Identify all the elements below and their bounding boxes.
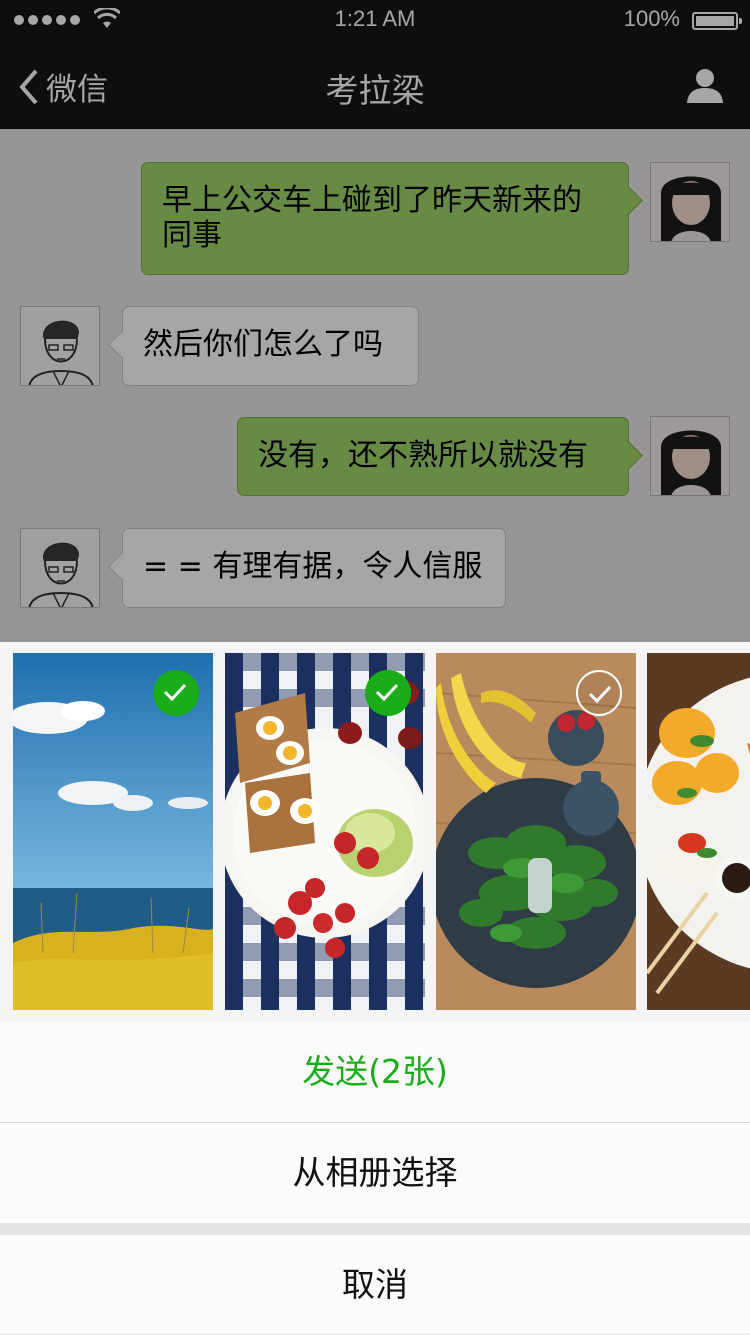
message-text-line: 同事 bbox=[162, 218, 222, 253]
message-bubble-sent[interactable]: 没有，还不熟所以就没有 bbox=[237, 417, 629, 496]
send-photos-button[interactable]: 发送(2张) bbox=[0, 1022, 750, 1123]
battery-icon bbox=[692, 12, 742, 30]
checkmark-icon bbox=[163, 683, 187, 701]
photo-thumbnail[interactable] bbox=[225, 653, 425, 1010]
contact-avatar[interactable] bbox=[20, 528, 100, 608]
photo-selected-checkmark[interactable] bbox=[365, 670, 411, 716]
my-avatar[interactable] bbox=[650, 416, 730, 496]
photo-unselected-checkmark[interactable] bbox=[576, 670, 622, 716]
contact-avatar[interactable] bbox=[20, 306, 100, 386]
action-sheet-divider bbox=[0, 1223, 750, 1235]
cancel-button[interactable]: 取消 bbox=[0, 1235, 750, 1334]
message-text-line: 早上公交车上碰到了昨天新来的 bbox=[162, 183, 582, 218]
choose-from-album-button[interactable]: 从相册选择 bbox=[0, 1123, 750, 1223]
chat-title: 考拉梁 bbox=[325, 71, 425, 110]
photo-selected-checkmark[interactable] bbox=[153, 670, 199, 716]
message-bubble-sent[interactable]: 早上公交车上碰到了昨天新来的 同事 bbox=[141, 162, 629, 275]
photo-thumbnail[interactable] bbox=[13, 653, 213, 1010]
recent-photos-strip[interactable] bbox=[0, 642, 750, 1022]
battery-percent: 100% bbox=[623, 6, 680, 31]
message-bubble-received[interactable]: 然后你们怎么了吗 bbox=[122, 306, 419, 386]
checkmark-icon bbox=[588, 685, 612, 703]
nav-bar: 微信 考拉梁 bbox=[0, 40, 750, 129]
chat-area: 早上公交车上碰到了昨天新来的 同事 然后你们怎么了吗 没有，还不熟所以就没有 =… bbox=[0, 129, 750, 642]
message-bubble-received[interactable]: = = 有理有据，令人信服 bbox=[122, 528, 506, 608]
profile-icon[interactable] bbox=[686, 66, 724, 104]
checkmark-icon bbox=[375, 683, 399, 701]
photo-thumbnail[interactable] bbox=[647, 653, 750, 1010]
my-avatar[interactable] bbox=[650, 162, 730, 242]
status-bar: 1:21 AM 100% bbox=[0, 0, 750, 40]
photo-thumbnail[interactable] bbox=[436, 653, 636, 1010]
